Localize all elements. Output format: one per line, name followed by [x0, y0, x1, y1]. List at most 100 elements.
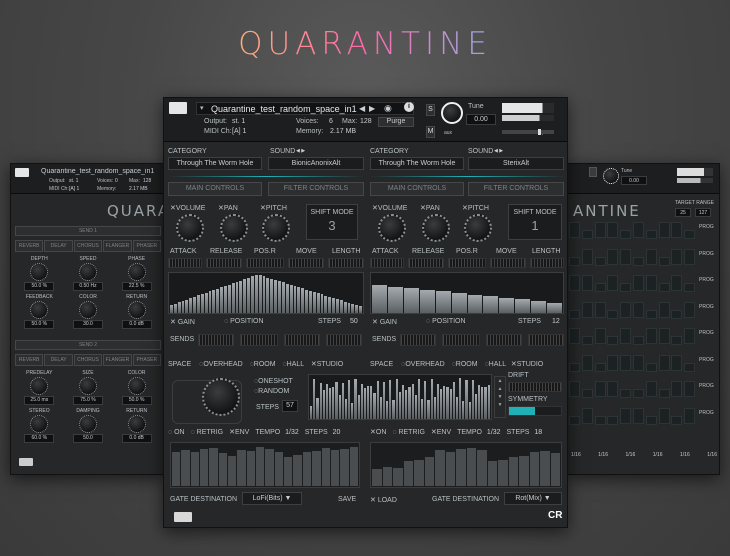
step-cell[interactable]: [684, 248, 696, 265]
side-knob-group[interactable]: DAMPING 50.0: [68, 408, 108, 448]
step-cell[interactable]: [671, 222, 683, 238]
side-knob-group[interactable]: PHASE 22.5 %: [117, 256, 157, 296]
step-cell[interactable]: [581, 407, 593, 424]
step-cell[interactable]: [645, 309, 657, 319]
midi-value[interactable]: [A] 1: [232, 128, 246, 135]
instrument-name-field[interactable]: ▾ Quarantine_test_random_space_in1: [196, 102, 414, 115]
step-cell[interactable]: [671, 275, 683, 291]
step-cell[interactable]: [607, 354, 619, 371]
bottom-value[interactable]: 1/16: [653, 452, 663, 462]
step-cell[interactable]: [620, 230, 632, 239]
step-cell[interactable]: [658, 256, 670, 266]
step-cell[interactable]: [645, 230, 657, 239]
attack-slider-r[interactable]: [370, 258, 404, 268]
step-cell[interactable]: [607, 309, 619, 319]
oneshot-label-l[interactable]: ◌ONESHOT: [254, 378, 293, 385]
step-cell[interactable]: [594, 415, 606, 425]
length-slider-l[interactable]: [328, 258, 364, 268]
step-cell[interactable]: [671, 354, 683, 371]
send4-slider-r[interactable]: [528, 334, 564, 346]
sound-select-r[interactable]: SterixAlt: [468, 157, 564, 170]
steps-value-r[interactable]: 12: [552, 318, 560, 325]
overhead-label-r[interactable]: ◌OVERHEAD: [401, 361, 444, 368]
gate-steps-value-r[interactable]: 18: [534, 429, 542, 436]
left-output-value[interactable]: st. 1: [69, 178, 78, 184]
tune-value[interactable]: 0.00: [466, 114, 496, 125]
send1-slider-r[interactable]: [400, 334, 436, 346]
step-cell[interactable]: [671, 336, 683, 345]
mute-button[interactable]: M: [426, 126, 435, 138]
step-cell[interactable]: [684, 328, 696, 344]
step-cell[interactable]: [658, 407, 670, 424]
fx-tab[interactable]: FLANGER: [103, 354, 132, 366]
info-icon[interactable]: i: [404, 102, 414, 112]
side-knob-group[interactable]: RETURN 0.0 dB: [117, 294, 157, 334]
step-cell[interactable]: [684, 283, 696, 292]
studio-label-l[interactable]: ✕STUDIO: [311, 361, 343, 368]
side-knob-group[interactable]: SIZE 75.0 %: [68, 370, 108, 410]
step-cell[interactable]: [607, 336, 619, 345]
step-cell[interactable]: [607, 275, 619, 291]
step-cell[interactable]: [645, 381, 657, 397]
bottom-value[interactable]: 1/16: [707, 452, 717, 462]
send3-slider-l[interactable]: [284, 334, 320, 346]
tempo-value-r[interactable]: 1/32: [487, 429, 501, 436]
left-instrument-name[interactable]: Quarantine_test_random_space_in1: [41, 168, 159, 175]
step-cell[interactable]: [684, 230, 696, 239]
step-cell[interactable]: [645, 275, 657, 291]
send3-slider-r[interactable]: [486, 334, 522, 346]
send4-slider-l[interactable]: [326, 334, 362, 346]
fx-tab[interactable]: REVERB: [15, 354, 44, 366]
step-cell[interactable]: [633, 407, 644, 424]
step-cell[interactable]: [594, 222, 606, 238]
step-cell[interactable]: [607, 248, 619, 265]
bottom-value[interactable]: 1/16: [680, 452, 690, 462]
fx-tab[interactable]: CHORUS: [73, 240, 103, 252]
side-knob[interactable]: [127, 301, 146, 319]
gate-sequencer-l[interactable]: [170, 442, 360, 488]
step-cell[interactable]: [658, 354, 670, 371]
step-cell[interactable]: [633, 222, 644, 238]
purge-button[interactable]: Purge: [378, 117, 414, 127]
sound-prev-icon-r[interactable]: ◀ ▶: [494, 148, 503, 154]
steps-value-l[interactable]: 50: [350, 318, 358, 325]
side-knob[interactable]: [127, 415, 146, 433]
env-label-l[interactable]: ✕ENV: [229, 429, 249, 436]
side-knob-group[interactable]: DEPTH 50.0 %: [19, 256, 59, 296]
step-cell[interactable]: [569, 362, 580, 372]
overhead-label-l[interactable]: ◌OVERHEAD: [199, 361, 242, 368]
fx-tab[interactable]: REVERB: [15, 240, 44, 252]
save-label[interactable]: SAVE: [338, 496, 356, 503]
send1-header[interactable]: SEND 1: [15, 226, 161, 236]
step-cell[interactable]: [581, 230, 593, 239]
step-cell[interactable]: [658, 328, 670, 344]
step-cell[interactable]: [671, 381, 683, 397]
aux-label[interactable]: aux: [444, 130, 452, 136]
gate-destination-select-l[interactable]: LoFi(Bits) ▼: [242, 492, 302, 505]
step-cell[interactable]: [633, 256, 644, 266]
fx-tab[interactable]: CHORUS: [73, 354, 103, 366]
step-cell[interactable]: [684, 381, 696, 397]
side-knob[interactable]: [30, 301, 49, 319]
on-label-l[interactable]: ◌ ON: [168, 429, 185, 436]
step-cell[interactable]: [620, 389, 632, 398]
send1-slider-l[interactable]: [198, 334, 234, 346]
step-cell[interactable]: [658, 301, 670, 318]
step-cell[interactable]: [620, 301, 632, 318]
bottom-value[interactable]: 1/16: [571, 452, 581, 462]
step-cell[interactable]: [684, 362, 696, 372]
side-knob-group[interactable]: COLOR 30.0: [68, 294, 108, 334]
step-cell[interactable]: [581, 301, 593, 318]
step-cell[interactable]: [684, 407, 696, 424]
step-cell[interactable]: [620, 407, 632, 424]
right-tune-value[interactable]: 0.00: [621, 176, 647, 185]
random-label-l[interactable]: ◌RANDOM: [254, 388, 289, 395]
step-cell[interactable]: [581, 248, 593, 265]
env-label-r[interactable]: ✕ENV: [431, 429, 451, 436]
pan-knob-l[interactable]: [220, 214, 248, 242]
step-cell[interactable]: [658, 222, 670, 238]
length-slider-r[interactable]: [530, 258, 564, 268]
step-cell[interactable]: [581, 354, 593, 371]
release-slider-r[interactable]: [408, 258, 444, 268]
gain-graph-l[interactable]: [168, 272, 364, 314]
